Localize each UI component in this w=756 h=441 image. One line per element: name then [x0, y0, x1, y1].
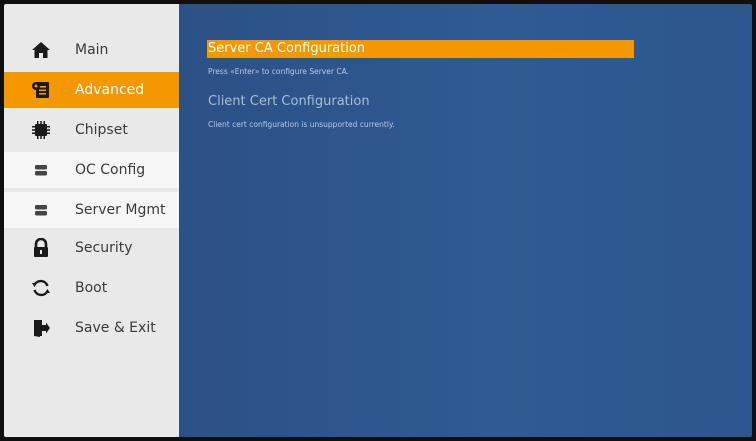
- sidebar-item-label: OC Config: [75, 162, 146, 178]
- exit-icon: [30, 317, 52, 339]
- home-icon: [30, 39, 52, 61]
- sidebar-item-label: Server Mgmt: [75, 202, 166, 218]
- option-client-cert-configuration[interactable]: Client Cert Configuration: [208, 93, 370, 111]
- refresh-icon: [30, 277, 52, 299]
- sidebar-item-chipset[interactable]: Chipset: [4, 112, 179, 148]
- sidebar-item-security[interactable]: Security: [4, 230, 179, 266]
- sidebar-item-boot[interactable]: Boot: [4, 270, 179, 306]
- sidebar-item-label: Main: [75, 42, 109, 58]
- server-icon: [30, 159, 52, 181]
- sidebar-item-label: Advanced: [75, 82, 145, 98]
- sidebar-item-label: Security: [75, 240, 133, 256]
- advanced-icon: [30, 79, 52, 101]
- sidebar-item-oc-config[interactable]: OC Config: [4, 152, 179, 188]
- sidebar-item-server-mgmt[interactable]: Server Mgmt: [4, 192, 179, 228]
- lock-icon: [30, 237, 52, 259]
- option-server-ca-configuration[interactable]: Server CA Configuration: [207, 40, 634, 58]
- sidebar: Main Advanced Chipset OC Config Server M…: [4, 4, 179, 437]
- option-description: Press «Enter» to configure Server CA.: [208, 67, 349, 76]
- sidebar-item-label: Save & Exit: [75, 320, 156, 336]
- sidebar-item-label: Chipset: [75, 122, 128, 138]
- option-description: Client cert configuration is unsupported…: [208, 120, 395, 129]
- sidebar-item-advanced[interactable]: Advanced: [4, 72, 179, 108]
- sidebar-item-label: Boot: [75, 280, 108, 296]
- server-icon: [30, 199, 52, 221]
- chip-icon: [30, 119, 52, 141]
- settings-panel: Server CA Configuration Press «Enter» to…: [179, 4, 752, 437]
- sidebar-item-main[interactable]: Main: [4, 32, 179, 68]
- sidebar-item-save-exit[interactable]: Save & Exit: [4, 310, 179, 346]
- bios-setup-window: Main Advanced Chipset OC Config Server M…: [4, 4, 752, 437]
